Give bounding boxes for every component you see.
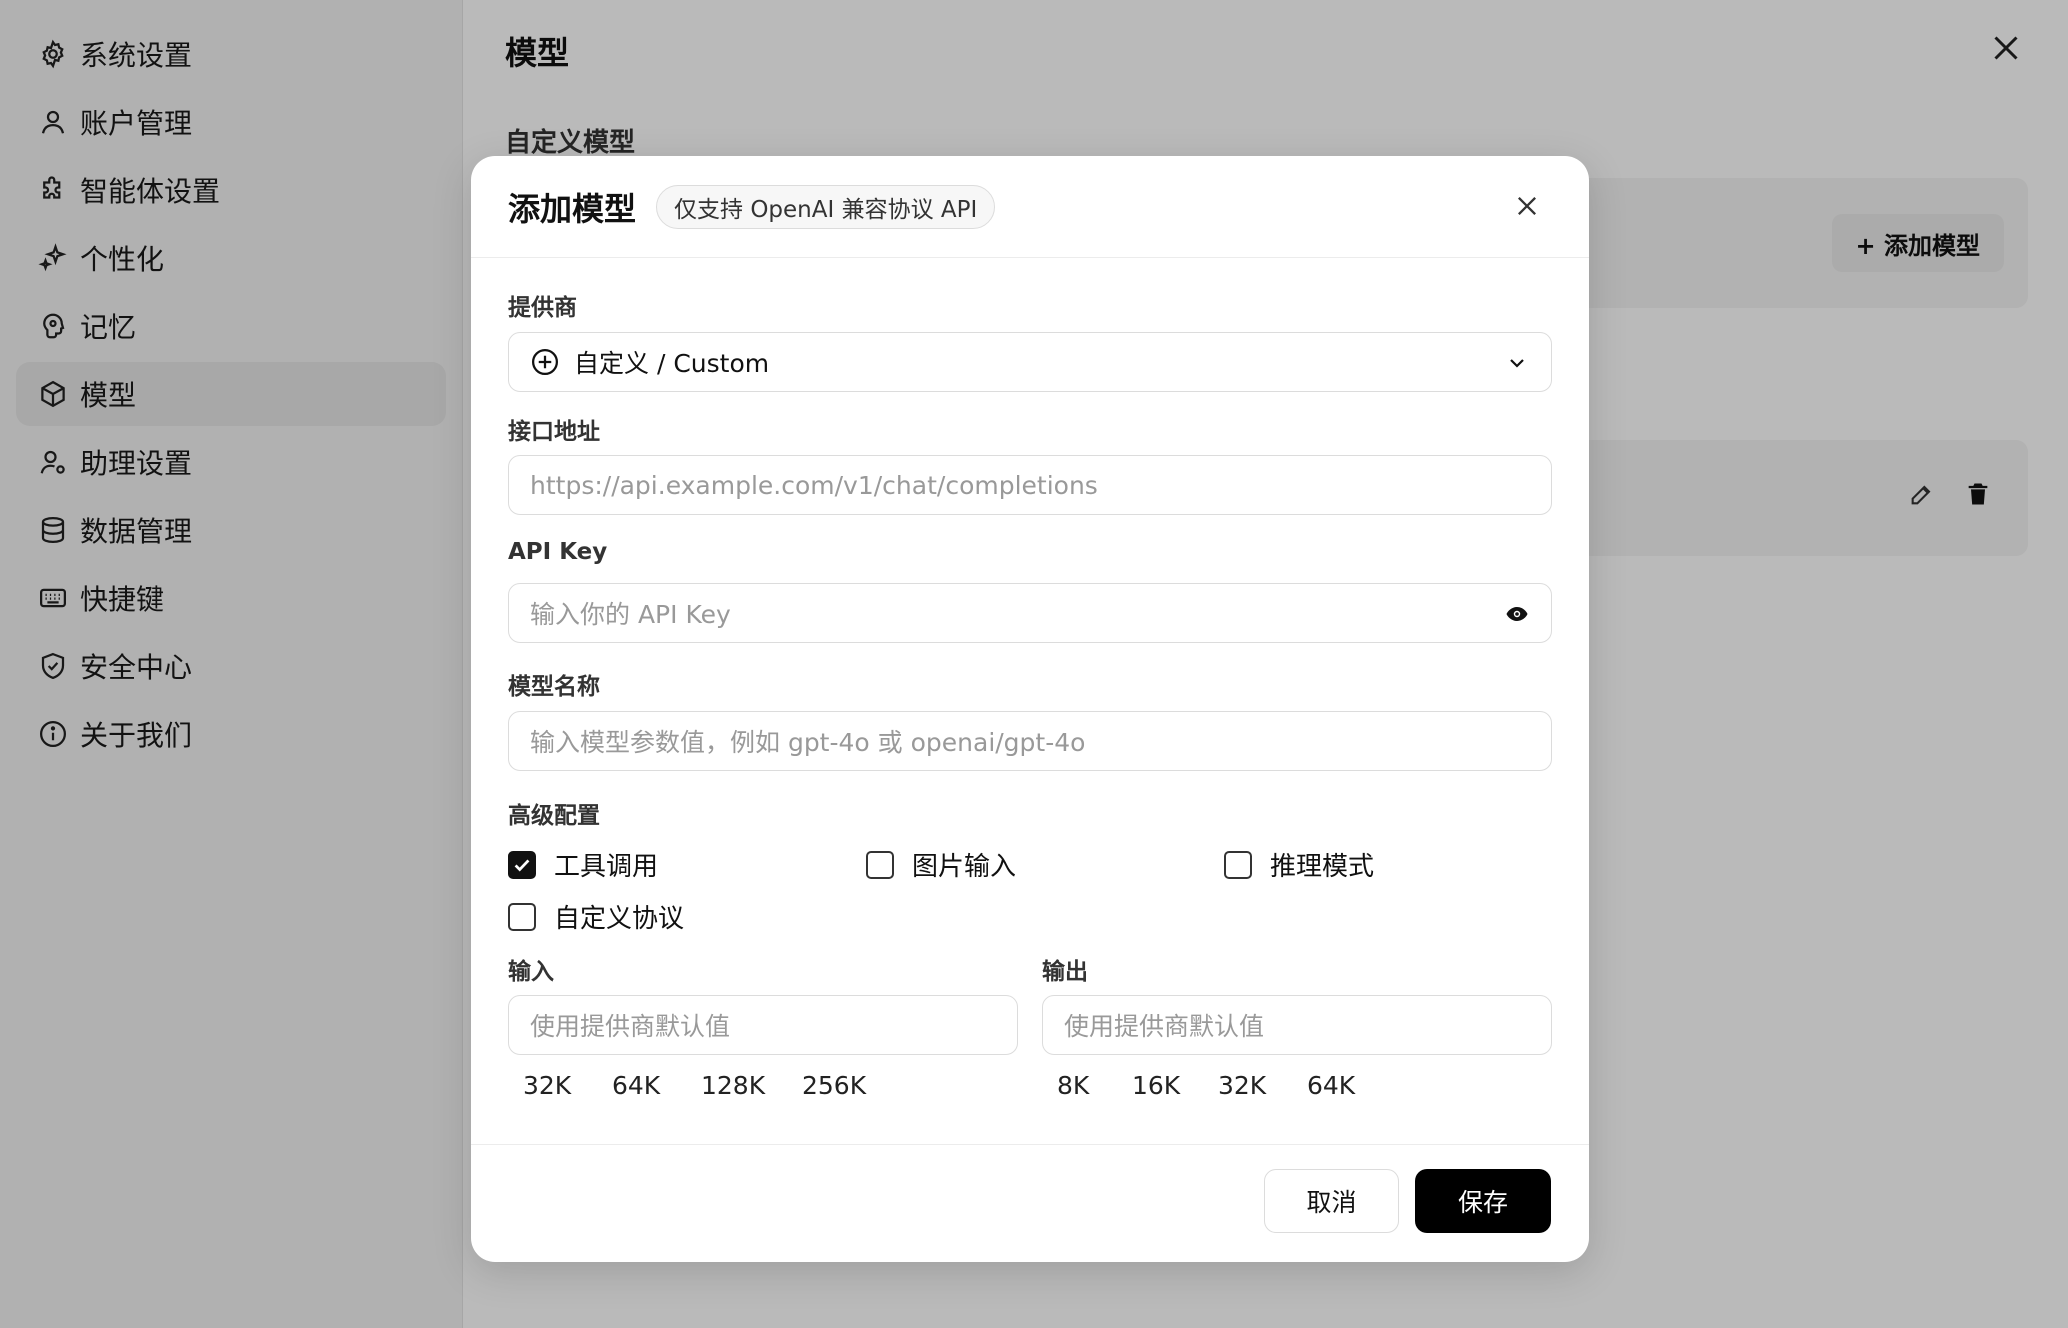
plus-circle-icon bbox=[532, 349, 558, 375]
output-tokens-label: 输出 bbox=[1042, 959, 1088, 985]
checkbox-label: 自定义协议 bbox=[554, 904, 685, 934]
advanced-label: 高级配置 bbox=[508, 803, 600, 829]
checkbox-checked[interactable] bbox=[508, 850, 536, 879]
endpoint-label: 接口地址 bbox=[508, 419, 600, 445]
eye-icon[interactable] bbox=[1505, 602, 1529, 626]
input-chip[interactable]: 256K bbox=[802, 1071, 866, 1100]
save-button[interactable]: 保存 bbox=[1415, 1169, 1551, 1233]
provider-select[interactable]: 自定义 / Custom bbox=[508, 332, 1552, 392]
output-chip[interactable]: 16K bbox=[1132, 1071, 1180, 1100]
add-model-dialog: 添加模型 仅支持 OpenAI 兼容协议 API 提供商 自定义 / Custo… bbox=[471, 156, 1589, 1262]
tool-call-checkbox[interactable]: 工具调用 bbox=[508, 846, 658, 883]
custom-protocol-checkbox[interactable]: 自定义协议 bbox=[508, 898, 684, 935]
checkbox-label: 工具调用 bbox=[554, 852, 659, 882]
model-name-label: 模型名称 bbox=[508, 674, 600, 700]
output-tokens-field[interactable]: 使用提供商默认值 bbox=[1042, 995, 1552, 1055]
output-chip[interactable]: 32K bbox=[1218, 1071, 1266, 1100]
chevron-down-icon bbox=[1510, 359, 1524, 368]
checkbox-label: 图片输入 bbox=[912, 852, 1017, 882]
endpoint-input[interactable]: https://api.example.com/v1/chat/completi… bbox=[508, 455, 1552, 515]
input-chip[interactable]: 64K bbox=[612, 1071, 660, 1100]
output-chip[interactable]: 8K bbox=[1057, 1071, 1089, 1100]
api-key-placeholder: 输入你的 API Key bbox=[530, 600, 731, 629]
reasoning-mode-checkbox[interactable]: 推理模式 bbox=[1224, 846, 1374, 883]
checkbox-unchecked[interactable] bbox=[1224, 850, 1252, 879]
provider-value: 自定义 / Custom bbox=[574, 349, 770, 378]
dialog-title: 添加模型 bbox=[508, 189, 637, 228]
api-key-label: API Key bbox=[508, 539, 608, 565]
close-icon[interactable] bbox=[1513, 192, 1541, 220]
input-tokens-label: 输入 bbox=[508, 959, 554, 985]
input-chip[interactable]: 32K bbox=[523, 1071, 571, 1100]
compat-badge: 仅支持 OpenAI 兼容协议 API bbox=[656, 184, 996, 229]
endpoint-placeholder: https://api.example.com/v1/chat/completi… bbox=[530, 470, 1098, 500]
dialog-header: 添加模型 仅支持 OpenAI 兼容协议 API bbox=[471, 156, 1589, 258]
model-name-placeholder: 输入模型参数值，例如 gpt-4o 或 openai/gpt-4o bbox=[530, 728, 1086, 757]
checkbox-unchecked[interactable] bbox=[866, 850, 894, 879]
output-chip[interactable]: 64K bbox=[1307, 1071, 1355, 1100]
output-tokens-placeholder: 使用提供商默认值 bbox=[1064, 1012, 1265, 1041]
image-input-checkbox[interactable]: 图片输入 bbox=[866, 846, 1016, 883]
cancel-button[interactable]: 取消 bbox=[1264, 1169, 1399, 1233]
dialog-footer: 取消 保存 bbox=[471, 1144, 1589, 1262]
input-chip[interactable]: 128K bbox=[701, 1071, 765, 1100]
checkbox-unchecked[interactable] bbox=[508, 902, 536, 931]
checkbox-label: 推理模式 bbox=[1270, 852, 1375, 882]
model-name-input[interactable]: 输入模型参数值，例如 gpt-4o 或 openai/gpt-4o bbox=[508, 711, 1552, 771]
api-key-input[interactable]: 输入你的 API Key bbox=[508, 583, 1552, 643]
check-icon bbox=[514, 858, 530, 872]
provider-label: 提供商 bbox=[508, 295, 577, 321]
input-tokens-placeholder: 使用提供商默认值 bbox=[530, 1012, 731, 1041]
input-tokens-field[interactable]: 使用提供商默认值 bbox=[508, 995, 1018, 1055]
